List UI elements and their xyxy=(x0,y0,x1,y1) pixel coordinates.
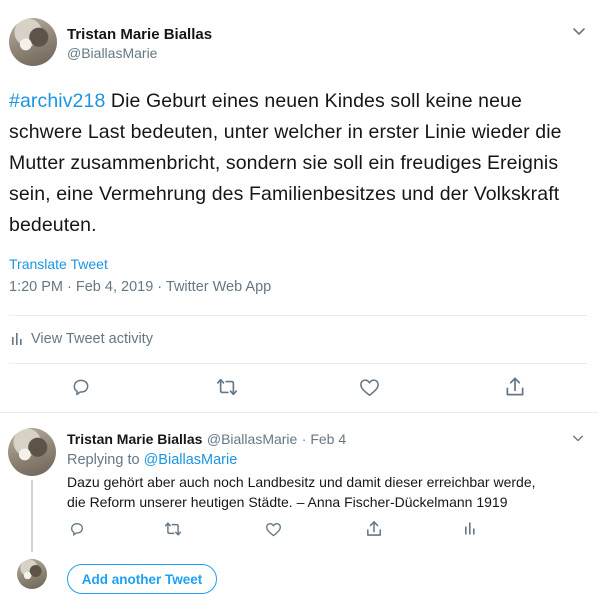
avatar[interactable] xyxy=(9,18,57,66)
divider xyxy=(0,412,598,413)
heart-icon[interactable] xyxy=(359,378,380,397)
divider xyxy=(9,363,587,364)
tweet-timestamp[interactable]: 1:20 PM · Feb 4, 2019 · Twitter Web App xyxy=(9,279,271,295)
tweet-text: #archiv218 Die Geburt eines neuen Kindes… xyxy=(9,86,569,241)
reply-icon[interactable] xyxy=(69,521,85,537)
retweet-icon[interactable] xyxy=(216,377,238,397)
replying-to-link[interactable]: @BiallasMarie xyxy=(144,452,238,468)
author-handle[interactable]: @BiallasMarie xyxy=(67,45,157,61)
reply-icon[interactable] xyxy=(71,377,91,397)
reply-author-name[interactable]: Tristan Marie Biallas xyxy=(67,431,202,447)
replying-to: Replying to @BiallasMarie xyxy=(67,452,237,468)
translate-tweet-link[interactable]: Translate Tweet xyxy=(9,256,108,272)
author-name[interactable]: Tristan Marie Biallas xyxy=(67,26,212,43)
hashtag-link[interactable]: #archiv218 xyxy=(9,90,105,112)
thread-line xyxy=(31,480,33,552)
chevron-down-icon[interactable] xyxy=(572,24,586,38)
chevron-down-icon[interactable] xyxy=(572,432,584,444)
avatar[interactable] xyxy=(17,559,47,589)
divider xyxy=(9,315,587,316)
avatar[interactable] xyxy=(8,428,56,476)
add-another-tweet-label: Add another Tweet xyxy=(81,571,203,587)
share-icon[interactable] xyxy=(366,520,382,537)
reply-date[interactable]: · Feb 4 xyxy=(302,431,346,447)
add-another-tweet-button[interactable]: Add another Tweet xyxy=(67,564,217,594)
replying-prefix: Replying to xyxy=(67,452,144,468)
reply-header: Tristan Marie Biallas @BiallasMarie · Fe… xyxy=(67,431,346,449)
reply-text-line: die Reform unserer heutigen Städte. – An… xyxy=(67,494,508,510)
reply-text-line: Dazu gehört aber auch noch Landbesitz un… xyxy=(67,474,536,490)
share-icon[interactable] xyxy=(505,376,525,397)
heart-icon[interactable] xyxy=(265,522,282,537)
retweet-icon[interactable] xyxy=(164,521,182,537)
bar-chart-icon[interactable] xyxy=(464,521,476,536)
reply-text: Dazu gehört aber auch noch Landbesitz un… xyxy=(67,472,577,512)
bar-chart-icon xyxy=(11,332,23,346)
view-tweet-activity-link[interactable]: View Tweet activity xyxy=(31,331,153,347)
reply-author-handle[interactable]: @BiallasMarie xyxy=(207,431,297,447)
